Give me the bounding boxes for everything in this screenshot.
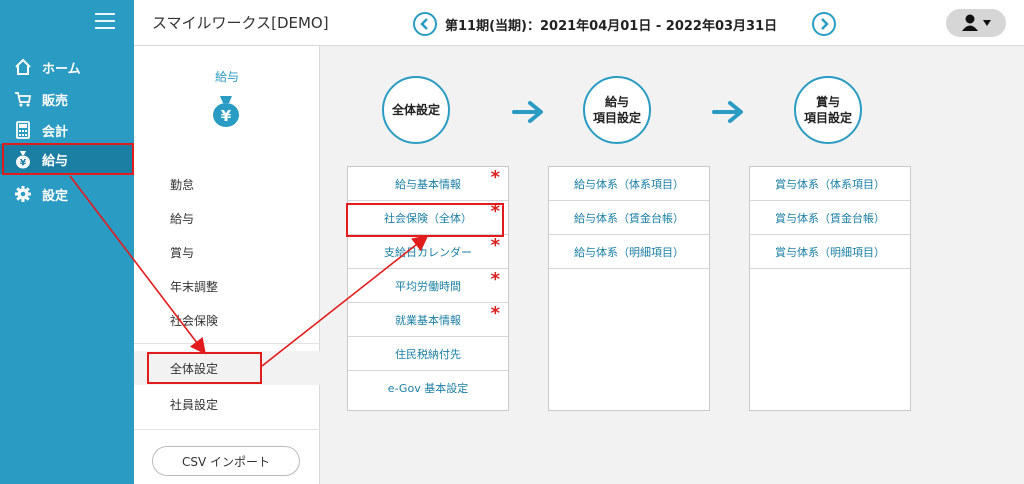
subnav-item-employee-settings[interactable]: 社員設定 — [134, 387, 320, 421]
step-label: 賞与 — [815, 95, 840, 109]
step-label: 項目設定 — [803, 111, 852, 125]
step-general-settings: 全体設定 — [382, 76, 450, 144]
nav-item-label: 給与 — [42, 153, 69, 169]
csv-import-button[interactable]: CSV インポート — [152, 446, 300, 476]
subnav-title: 給与 — [214, 70, 239, 84]
link-basic-salary-info[interactable]: 給与基本情報 * — [348, 167, 508, 201]
next-period-button[interactable] — [812, 12, 836, 36]
link-label: 平均労働時間 — [395, 279, 461, 293]
nav-item-accounting[interactable]: 会計 — [0, 115, 134, 145]
top-bar: スマイルワークス[DEMO] 第11期(当期)：2021年04月01日 - 20… — [134, 0, 1024, 46]
chevron-left-icon — [420, 18, 428, 30]
step-label: 項目設定 — [592, 111, 641, 125]
step-bonus-items: 賞与 項目設定 — [794, 76, 862, 144]
link-social-insurance-all[interactable]: 社会保険（全体） * — [348, 201, 508, 235]
link-resident-tax-payee[interactable]: 住民税納付先 — [348, 337, 508, 371]
step-salary-items: 給与 項目設定 — [583, 76, 651, 144]
subnav-item-bonus[interactable]: 賞与 — [134, 235, 320, 269]
nav-item-label: 販売 — [42, 93, 69, 109]
link-label: e-Gov 基本設定 — [387, 382, 469, 395]
link-egov-settings[interactable]: e-Gov 基本設定 — [348, 371, 508, 405]
calculator-icon — [12, 119, 34, 141]
fiscal-period: 第11期(当期)：2021年04月01日 - 2022年03月31日 — [445, 19, 778, 34]
step-label: 給与 — [604, 95, 629, 109]
required-mark: * — [490, 235, 500, 256]
svg-text:¥: ¥ — [20, 159, 27, 169]
home-icon — [12, 56, 34, 78]
subnav-item-year-end[interactable]: 年末調整 — [134, 269, 320, 303]
link-bonus-system-items[interactable]: 賞与体系（体系項目） — [750, 167, 910, 201]
cart-icon — [12, 88, 34, 110]
money-bag-icon: ¥ — [208, 94, 244, 128]
required-mark: * — [490, 167, 500, 188]
divider — [134, 343, 320, 344]
gear-icon — [12, 183, 34, 205]
subnav-item-social-insurance[interactable]: 社会保険 — [134, 303, 320, 337]
prev-period-button[interactable] — [413, 12, 437, 36]
svg-text:¥: ¥ — [221, 107, 232, 125]
link-salary-statement-items[interactable]: 給与体系（明細項目） — [549, 235, 709, 269]
hamburger-menu-icon[interactable] — [95, 13, 115, 29]
main-content: 全体設定 給与 項目設定 賞与 項目設定 給与基本情報 * 社会保険（全体） * 支… — [320, 46, 1024, 484]
link-payday-calendar[interactable]: 支給日カレンダー * — [348, 235, 508, 269]
nav-item-label: ホーム — [42, 61, 81, 77]
bonus-items-panel: 賞与体系（体系項目） 賞与体系（賃金台帳） 賞与体系（明細項目） — [749, 166, 911, 411]
required-mark: * — [490, 303, 500, 324]
sub-nav: 給与 ¥ 勤怠 給与 賞与 年末調整 社会保険 全体設定 社員設定 CSV イン… — [134, 46, 320, 484]
nav-item-payroll[interactable]: ¥ 給与 — [0, 144, 134, 174]
link-employment-basic-info[interactable]: 就業基本情報 * — [348, 303, 508, 337]
link-salary-system-items[interactable]: 給与体系（体系項目） — [549, 167, 709, 201]
user-icon — [962, 14, 978, 31]
link-bonus-wage-ledger[interactable]: 賞与体系（賃金台帳） — [750, 201, 910, 235]
money-bag-icon: ¥ — [12, 148, 34, 170]
link-label: 給与基本情報 — [395, 177, 461, 191]
required-mark: * — [490, 201, 500, 222]
nav-item-label: 会計 — [42, 124, 69, 140]
link-label: 住民税納付先 — [395, 347, 461, 361]
nav-item-settings[interactable]: 設定 — [0, 179, 134, 209]
salary-items-panel: 給与体系（体系項目） 給与体系（賃金台帳） 給与体系（明細項目） — [548, 166, 710, 411]
required-mark: * — [490, 269, 500, 290]
general-settings-panel: 給与基本情報 * 社会保険（全体） * 支給日カレンダー * 平均労働時間 * 就業基本… — [347, 166, 509, 411]
subnav-item-attendance[interactable]: 勤怠 — [134, 167, 320, 201]
subnav-item-general-settings[interactable]: 全体設定 — [134, 351, 320, 385]
caret-down-icon — [983, 20, 991, 26]
company-name: スマイルワークス[DEMO] — [152, 14, 329, 32]
left-nav: ホーム 販売 会計 ¥ 給与 設定 — [0, 0, 134, 484]
divider — [134, 429, 320, 430]
arrow-right-icon — [512, 101, 543, 123]
nav-item-sales[interactable]: 販売 — [0, 84, 134, 114]
link-label: 支給日カレンダー — [384, 245, 472, 259]
arrow-right-icon — [712, 101, 743, 123]
chevron-right-icon — [821, 18, 829, 30]
link-label: 社会保険（全体） — [384, 211, 472, 225]
user-menu-button[interactable] — [946, 9, 1006, 37]
nav-item-home[interactable]: ホーム — [0, 52, 134, 82]
link-bonus-statement-items[interactable]: 賞与体系（明細項目） — [750, 235, 910, 269]
link-salary-wage-ledger[interactable]: 給与体系（賃金台帳） — [549, 201, 709, 235]
subnav-item-salary[interactable]: 給与 — [134, 201, 320, 235]
step-label: 全体設定 — [391, 103, 440, 117]
link-label: 就業基本情報 — [395, 313, 461, 327]
nav-item-label: 設定 — [42, 188, 69, 204]
link-avg-working-hours[interactable]: 平均労働時間 * — [348, 269, 508, 303]
